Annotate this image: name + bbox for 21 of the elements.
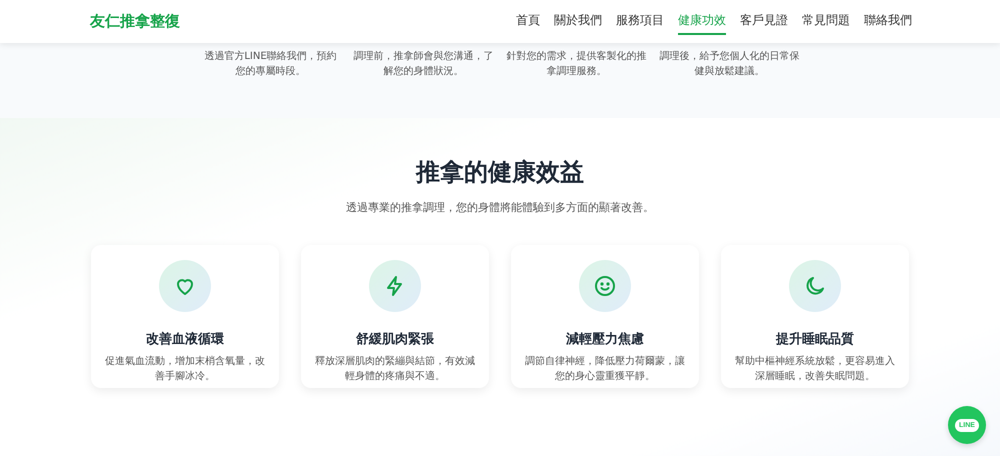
step-description: 透過官方LINE聯絡我們，預約您的專屬時段。	[203, 50, 338, 79]
card-title: 改善血液循環	[146, 330, 224, 348]
card-description: 幫助中樞神經系統放鬆，更容易進入深層睡眠，改善失眠問題。	[734, 354, 896, 384]
step-description: 針對您的需求，提供客製化的推拿調理服務。	[506, 50, 646, 79]
card-description: 釋放深層肌肉的緊繃與結節，有效減輕身體的疼痛與不適。	[314, 354, 476, 384]
step-description: 調理前，推拿師會與您溝通，了解您的身體狀況。	[354, 50, 494, 79]
section-subtitle: 透過專業的推拿調理，您的身體將能體驗到多方面的顯著改善。	[346, 200, 654, 215]
card-title: 提升睡眠品質	[776, 330, 854, 348]
step-description: 調理後，給予您個人化的日常保健與放鬆建議。	[660, 50, 800, 79]
smile-icon	[593, 274, 617, 298]
nav-link[interactable]: 關於我們	[554, 8, 602, 35]
card-description: 促進氣血流動，增加末梢含氧量，改善手腳冰冷。	[104, 354, 266, 384]
card-description: 調節自律神經，降低壓力荷爾蒙，讓您的身心靈重獲平靜。	[524, 354, 686, 384]
nav-link[interactable]: 服務項目	[616, 8, 664, 35]
nav-link[interactable]: 首頁	[516, 8, 540, 35]
nav-link[interactable]: 聯絡我們	[864, 8, 912, 35]
nav-link[interactable]: 常見問題	[802, 8, 850, 35]
section-title: 推拿的健康效益	[416, 157, 584, 188]
nav-link[interactable]: 客戶見證	[740, 8, 788, 35]
card-title: 舒緩肌肉緊張	[356, 331, 434, 348]
card-title: 減輕壓力焦慮	[566, 331, 644, 348]
